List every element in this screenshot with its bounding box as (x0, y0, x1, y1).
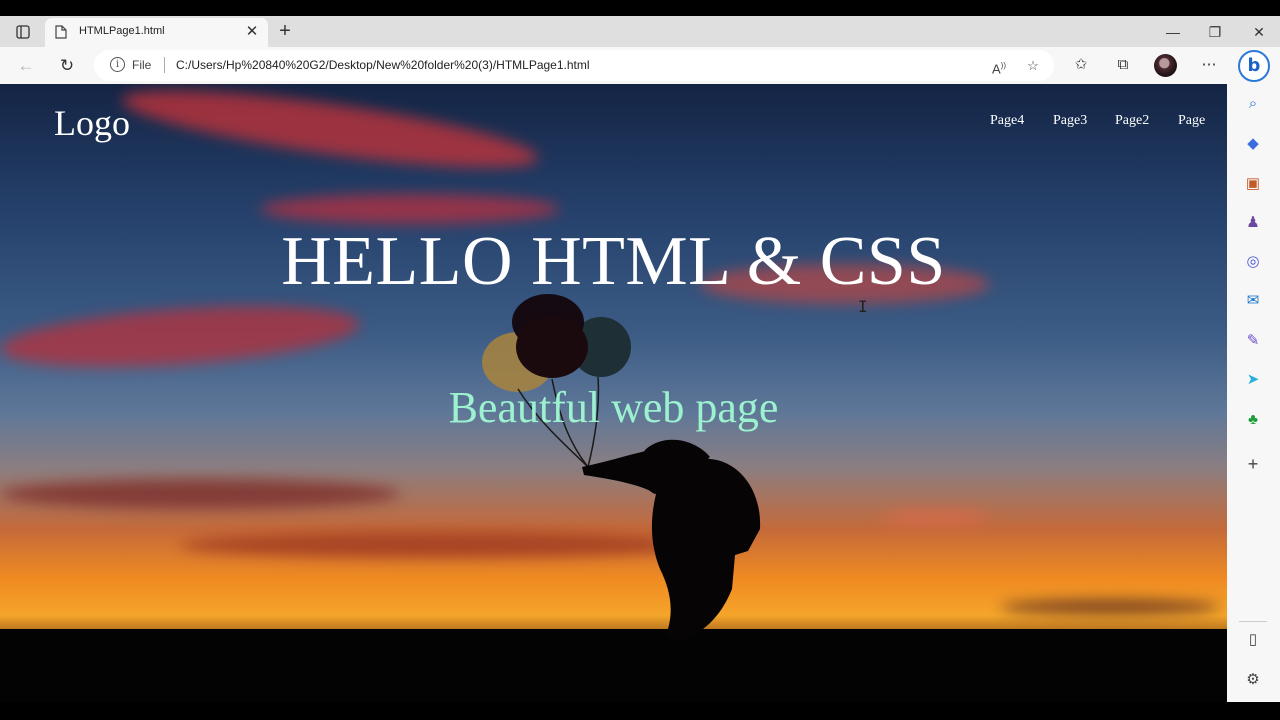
scheme-label: File (132, 58, 152, 72)
tab-title: HTMLPage1.html (79, 25, 165, 37)
info-icon[interactable]: i (110, 57, 125, 72)
edge-sidebar: ⌕ ◆ ▣ ♟ ◎ ✉ ✎ ➤ ♣ + ▯ ⚙ (1227, 84, 1280, 702)
hide-sidebar-icon[interactable]: ▯ (1242, 629, 1264, 651)
collections-icon[interactable]: ⧉ (1112, 54, 1134, 76)
bing-icon[interactable]: b (1238, 50, 1270, 82)
shopping-tag-icon[interactable]: ◆ (1242, 133, 1264, 155)
screen-top-strip (0, 0, 1280, 16)
close-window-icon[interactable]: ✕ (1242, 21, 1276, 43)
tab-bar: HTMLPage1.html ✕ + — ❐ ✕ (0, 16, 1280, 47)
sidebar-divider (1239, 621, 1267, 622)
games-icon[interactable]: ♟ (1242, 212, 1264, 234)
tools-briefcase-icon[interactable]: ▣ (1242, 173, 1264, 195)
send-icon[interactable]: ➤ (1242, 369, 1264, 391)
logo-text[interactable]: Logo (54, 102, 130, 144)
tree-icon[interactable]: ♣ (1242, 409, 1264, 431)
url-text[interactable]: C:/Users/Hp%20840%20G2/Desktop/New%20fol… (176, 58, 590, 72)
address-separator (164, 57, 165, 73)
designer-icon[interactable]: ✎ (1242, 330, 1264, 352)
office-icon[interactable]: ◎ (1242, 251, 1264, 273)
refresh-icon[interactable]: ↻ (55, 54, 79, 78)
page-file-icon (55, 25, 67, 44)
sky-cloud (118, 84, 542, 183)
address-bar[interactable]: i File C:/Users/Hp%20840%20G2/Desktop/Ne… (94, 50, 1054, 81)
back-icon[interactable]: ← (14, 54, 38, 78)
add-favorite-icon[interactable]: ☆ (1023, 56, 1043, 76)
page-viewport: Logo Page4 Page3 Page2 Page HELLO HTML &… (0, 84, 1227, 702)
sky-cloud (260, 194, 560, 224)
restore-icon[interactable]: ❐ (1198, 21, 1232, 43)
browser-tab[interactable]: HTMLPage1.html ✕ (45, 18, 268, 47)
text-cursor-icon: I (858, 297, 868, 316)
browser-toolbar: ← ↻ i File C:/Users/Hp%20840%20G2/Deskto… (0, 47, 1280, 84)
add-sidebar-app-icon[interactable]: + (1242, 453, 1264, 475)
nav-link-page4[interactable]: Page4 (990, 113, 1024, 129)
outlook-icon[interactable]: ✉ (1242, 290, 1264, 312)
nav-link-page[interactable]: Page (1178, 113, 1205, 129)
read-aloud-icon[interactable]: A)) (989, 56, 1009, 76)
girl-with-balloons-silhouette (482, 294, 761, 641)
sky-cloud (880, 509, 990, 527)
hero-subtitle: Beautful web page (448, 383, 779, 432)
hero-title: HELLO HTML & CSS (281, 223, 946, 300)
tab-close-icon[interactable]: ✕ (244, 23, 260, 41)
nav-link-page2[interactable]: Page2 (1115, 113, 1149, 129)
more-options-icon[interactable]: ⋯ (1198, 54, 1220, 76)
nav-link-page3[interactable]: Page3 (1053, 113, 1087, 129)
screen-bottom-strip (0, 702, 1280, 720)
favorites-icon[interactable]: ✩ (1070, 54, 1092, 76)
search-icon[interactable]: ⌕ (1242, 93, 1264, 115)
tab-actions-icon[interactable] (8, 22, 38, 42)
profile-avatar[interactable] (1154, 54, 1177, 77)
sky-cloud (0, 296, 362, 377)
sky-cloud (0, 479, 400, 509)
sidebar-settings-icon[interactable]: ⚙ (1242, 669, 1264, 691)
new-tab-icon[interactable]: + (274, 20, 296, 42)
sky-cloud (1000, 599, 1220, 615)
minimize-icon[interactable]: — (1156, 21, 1190, 43)
